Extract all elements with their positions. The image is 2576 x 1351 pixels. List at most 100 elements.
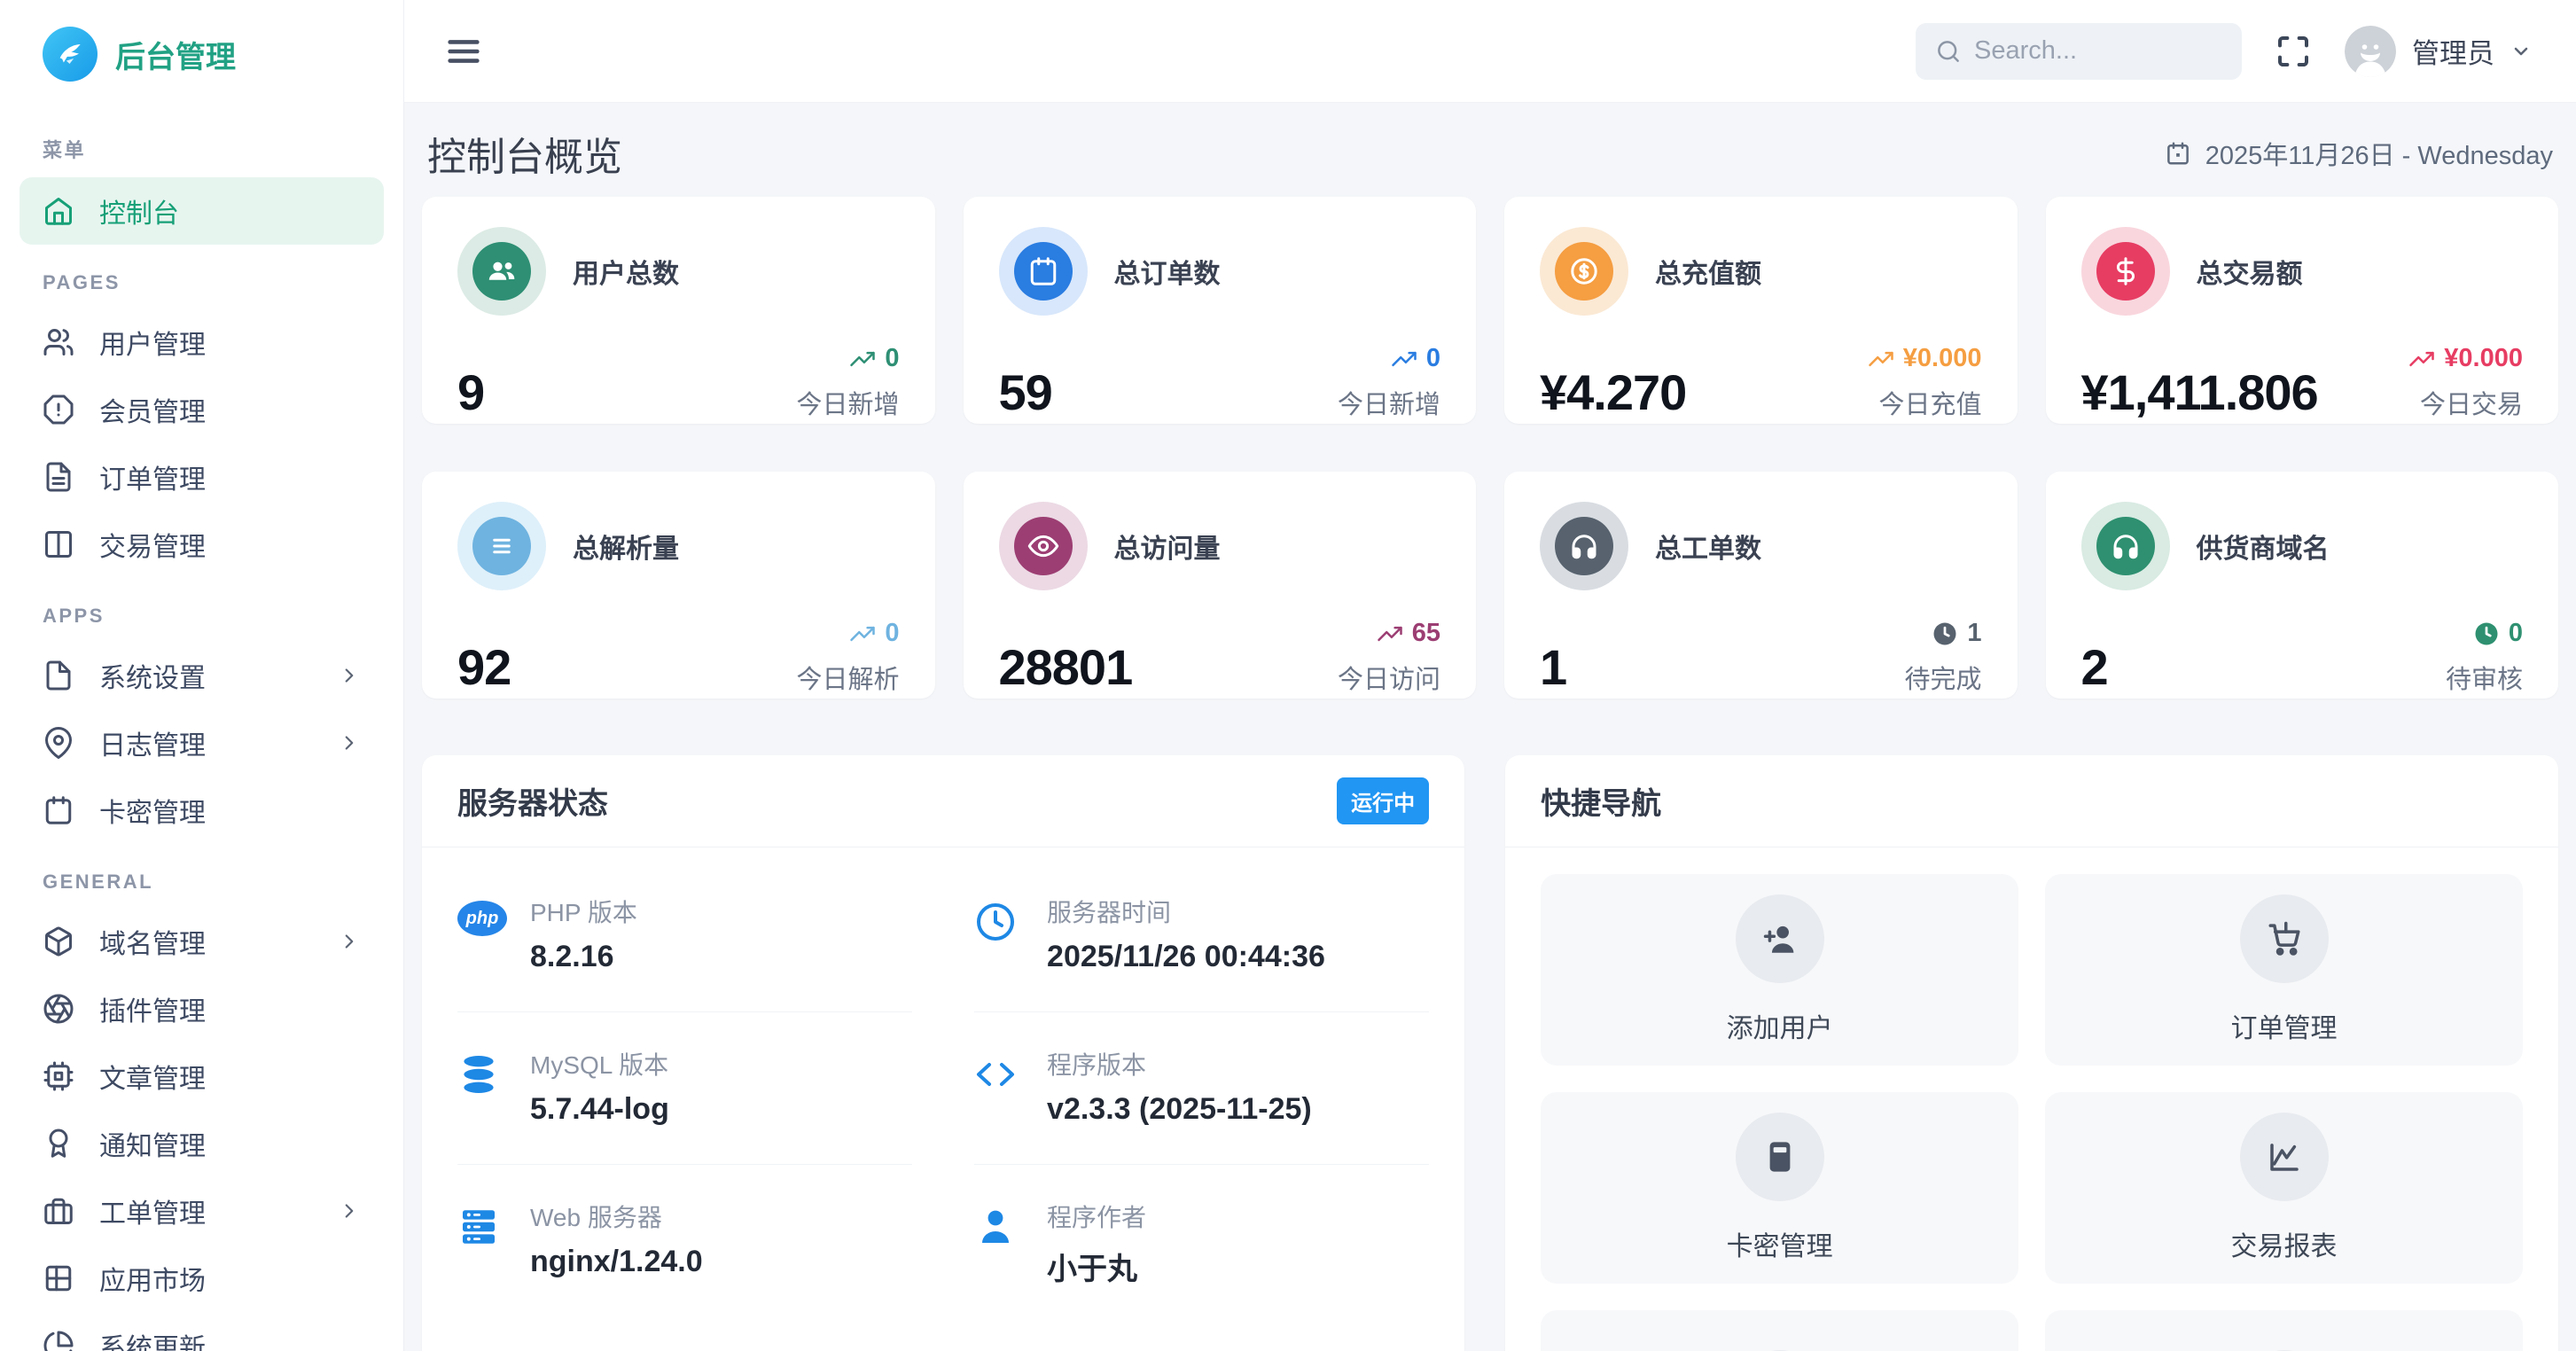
sidebar-menu: 菜单 控制台 PAGES 用户管理 会员管理 订单管理 交易管理 APPS 系统… bbox=[20, 108, 384, 1351]
stat-ring bbox=[2080, 227, 2170, 316]
sidebar-item-app-market[interactable]: 应用市场 bbox=[20, 1245, 384, 1312]
sidebar-item-system-update[interactable]: 系统更新 bbox=[20, 1312, 384, 1351]
stat-card-top: 用户总数 bbox=[457, 227, 900, 316]
quick-nav-tile-settings[interactable] bbox=[1541, 1310, 2019, 1351]
quick-nav-tile-add-user[interactable]: 添加用户 bbox=[1541, 874, 2019, 1066]
sidebar-item-tickets[interactable]: 工单管理 bbox=[20, 1177, 384, 1245]
search-box[interactable] bbox=[1916, 22, 2242, 80]
trend-label: 待完成 bbox=[1904, 666, 1982, 694]
stat-trend: 65 今日访问 bbox=[1338, 619, 1440, 696]
search-input[interactable] bbox=[1974, 36, 2222, 66]
trend-label: 今日新增 bbox=[796, 391, 900, 419]
clock-fill-icon bbox=[1932, 621, 1958, 647]
menu-toggle-icon[interactable] bbox=[443, 31, 484, 72]
sidebar-item-trades[interactable]: 交易管理 bbox=[20, 511, 384, 578]
file-text-icon bbox=[43, 461, 74, 493]
server-item-value: 小于丸 bbox=[1047, 1253, 1138, 1286]
stat-card-top: 总充值额 bbox=[1540, 227, 1982, 316]
chevron-right-icon bbox=[338, 731, 361, 754]
app-root: 后台管理 菜单 控制台 PAGES 用户管理 会员管理 订单管理 交易管理 AP… bbox=[0, 0, 2576, 1351]
stat-card-top: 总交易额 bbox=[2080, 227, 2524, 316]
alert-octagon-icon bbox=[43, 394, 74, 426]
stat-trend: 0 今日解析 bbox=[796, 619, 899, 696]
trend-value: 0 bbox=[2508, 619, 2523, 647]
sidebar-item-notices[interactable]: 通知管理 bbox=[20, 1110, 384, 1177]
panels: 服务器状态 运行中 php PHP 版本 8.2.16 服务器时间 2025/1… bbox=[422, 755, 2558, 1351]
dollar-circle-icon bbox=[1555, 242, 1613, 301]
list-icon bbox=[472, 517, 531, 575]
sidebar-item-members[interactable]: 会员管理 bbox=[20, 376, 384, 443]
sidebar-item-label: 控制台 bbox=[99, 199, 179, 229]
quick-nav-tile-card-keys[interactable]: 卡密管理 bbox=[1541, 1092, 2019, 1284]
stat-ring bbox=[998, 227, 1088, 316]
sidebar-item-plugins[interactable]: 插件管理 bbox=[20, 975, 384, 1043]
stat-ring bbox=[457, 227, 546, 316]
content: 控制台概览 2025年11月26日 - Wednesday 用户总数 9 0 今… bbox=[404, 103, 2576, 1351]
briefcase-icon bbox=[43, 1195, 74, 1227]
sidebar-item-domains[interactable]: 域名管理 bbox=[20, 908, 384, 975]
trend-label: 今日充值 bbox=[1878, 391, 1982, 419]
clock-fill-icon bbox=[2473, 621, 2500, 647]
quick-nav-tile-label: 添加用户 bbox=[1726, 1014, 1833, 1043]
chevron-right-icon bbox=[338, 1199, 361, 1222]
php-icon: php bbox=[457, 901, 507, 936]
sidebar-item-logs[interactable]: 日志管理 bbox=[20, 709, 384, 777]
sidebar-item-articles[interactable]: 文章管理 bbox=[20, 1043, 384, 1110]
fullscreen-icon[interactable] bbox=[2275, 34, 2311, 69]
sidebar-item-users[interactable]: 用户管理 bbox=[20, 308, 384, 376]
quick-nav-tile-order-manage[interactable]: 订单管理 bbox=[2045, 874, 2523, 1066]
database-icon bbox=[457, 1053, 505, 1096]
stat-card-top: 总解析量 bbox=[457, 502, 900, 590]
brand[interactable]: 后台管理 bbox=[20, 0, 384, 108]
stat-card-total-users: 用户总数 9 0 今日新增 bbox=[422, 197, 935, 424]
trending-up-icon bbox=[1377, 621, 1403, 647]
quick-nav-header: 快捷导航 bbox=[1505, 755, 2558, 847]
sidebar-item-orders[interactable]: 订单管理 bbox=[20, 443, 384, 511]
trend-label: 今日新增 bbox=[1337, 391, 1440, 419]
sidebar-item-label: 订单管理 bbox=[99, 465, 206, 495]
brand-name: 后台管理 bbox=[115, 40, 236, 74]
stat-trend: 0 今日新增 bbox=[796, 344, 899, 421]
stat-value: ¥4.270 bbox=[1540, 364, 1687, 420]
server-item-label: MySQL 版本 bbox=[530, 1051, 669, 1079]
stat-label: 用户总数 bbox=[573, 260, 679, 289]
columns-icon bbox=[43, 528, 74, 560]
stat-value: 2 bbox=[2080, 639, 2109, 695]
server-item-value: 5.7.44-log bbox=[530, 1092, 669, 1126]
chevron-right-icon bbox=[338, 930, 361, 953]
sidebar-item-card-keys[interactable]: 卡密管理 bbox=[20, 777, 384, 844]
stat-label: 总访问量 bbox=[1113, 535, 1221, 564]
trending-up-icon bbox=[849, 346, 876, 372]
trend-label: 今日交易 bbox=[2419, 391, 2523, 419]
stat-label: 总工单数 bbox=[1655, 535, 1761, 564]
stat-card-bottom: 2 0 待审核 bbox=[2081, 619, 2524, 696]
stat-card-top: 供货商域名 bbox=[2080, 502, 2524, 590]
main: 管理员 控制台概览 2025年11月26日 - Wednesday bbox=[404, 0, 2576, 1351]
page-date-text: 2025年11月26日 - Wednesday bbox=[2205, 142, 2553, 170]
user-menu[interactable]: 管理员 bbox=[2345, 25, 2532, 77]
stat-trend: 0 待审核 bbox=[2446, 619, 2523, 696]
sidebar-item-console[interactable]: 控制台 bbox=[20, 177, 384, 245]
stat-card-bottom: ¥4.270 ¥0.000 今日充值 bbox=[1540, 344, 1982, 421]
sidebar-item-system-settings[interactable]: 系统设置 bbox=[20, 642, 384, 709]
topbar: 管理员 bbox=[404, 0, 2576, 103]
stat-label: 总充值额 bbox=[1655, 260, 1761, 289]
headphones-icon bbox=[1555, 517, 1613, 575]
stat-card-top: 总订单数 bbox=[998, 227, 1441, 316]
page-title: 控制台概览 bbox=[427, 136, 622, 179]
sidebar-item-label: 日志管理 bbox=[99, 731, 206, 761]
sidebar-section-label: APPS bbox=[43, 605, 105, 627]
layout-grid-icon bbox=[43, 1262, 74, 1294]
page-date: 2025年11月26日 - Wednesday bbox=[2165, 135, 2553, 172]
map-pin-icon bbox=[43, 727, 74, 759]
code-icon bbox=[974, 1053, 1022, 1096]
stat-card-total-tickets: 总工单数 1 1 待完成 bbox=[1504, 472, 2018, 699]
quick-nav-tile-trade-report[interactable]: 交易报表 bbox=[2045, 1092, 2523, 1284]
trend-value: 1 bbox=[1967, 619, 1982, 647]
server-item-value: nginx/1.24.0 bbox=[530, 1245, 703, 1278]
quick-nav-tile-document[interactable] bbox=[2045, 1310, 2523, 1351]
server-status-item: php PHP 版本 8.2.16 bbox=[457, 860, 913, 1012]
chart-line-icon bbox=[2239, 1113, 2329, 1201]
stat-card-total-parse: 总解析量 92 0 今日解析 bbox=[422, 472, 935, 699]
server-status-panel: 服务器状态 运行中 php PHP 版本 8.2.16 服务器时间 2025/1… bbox=[422, 755, 1465, 1351]
